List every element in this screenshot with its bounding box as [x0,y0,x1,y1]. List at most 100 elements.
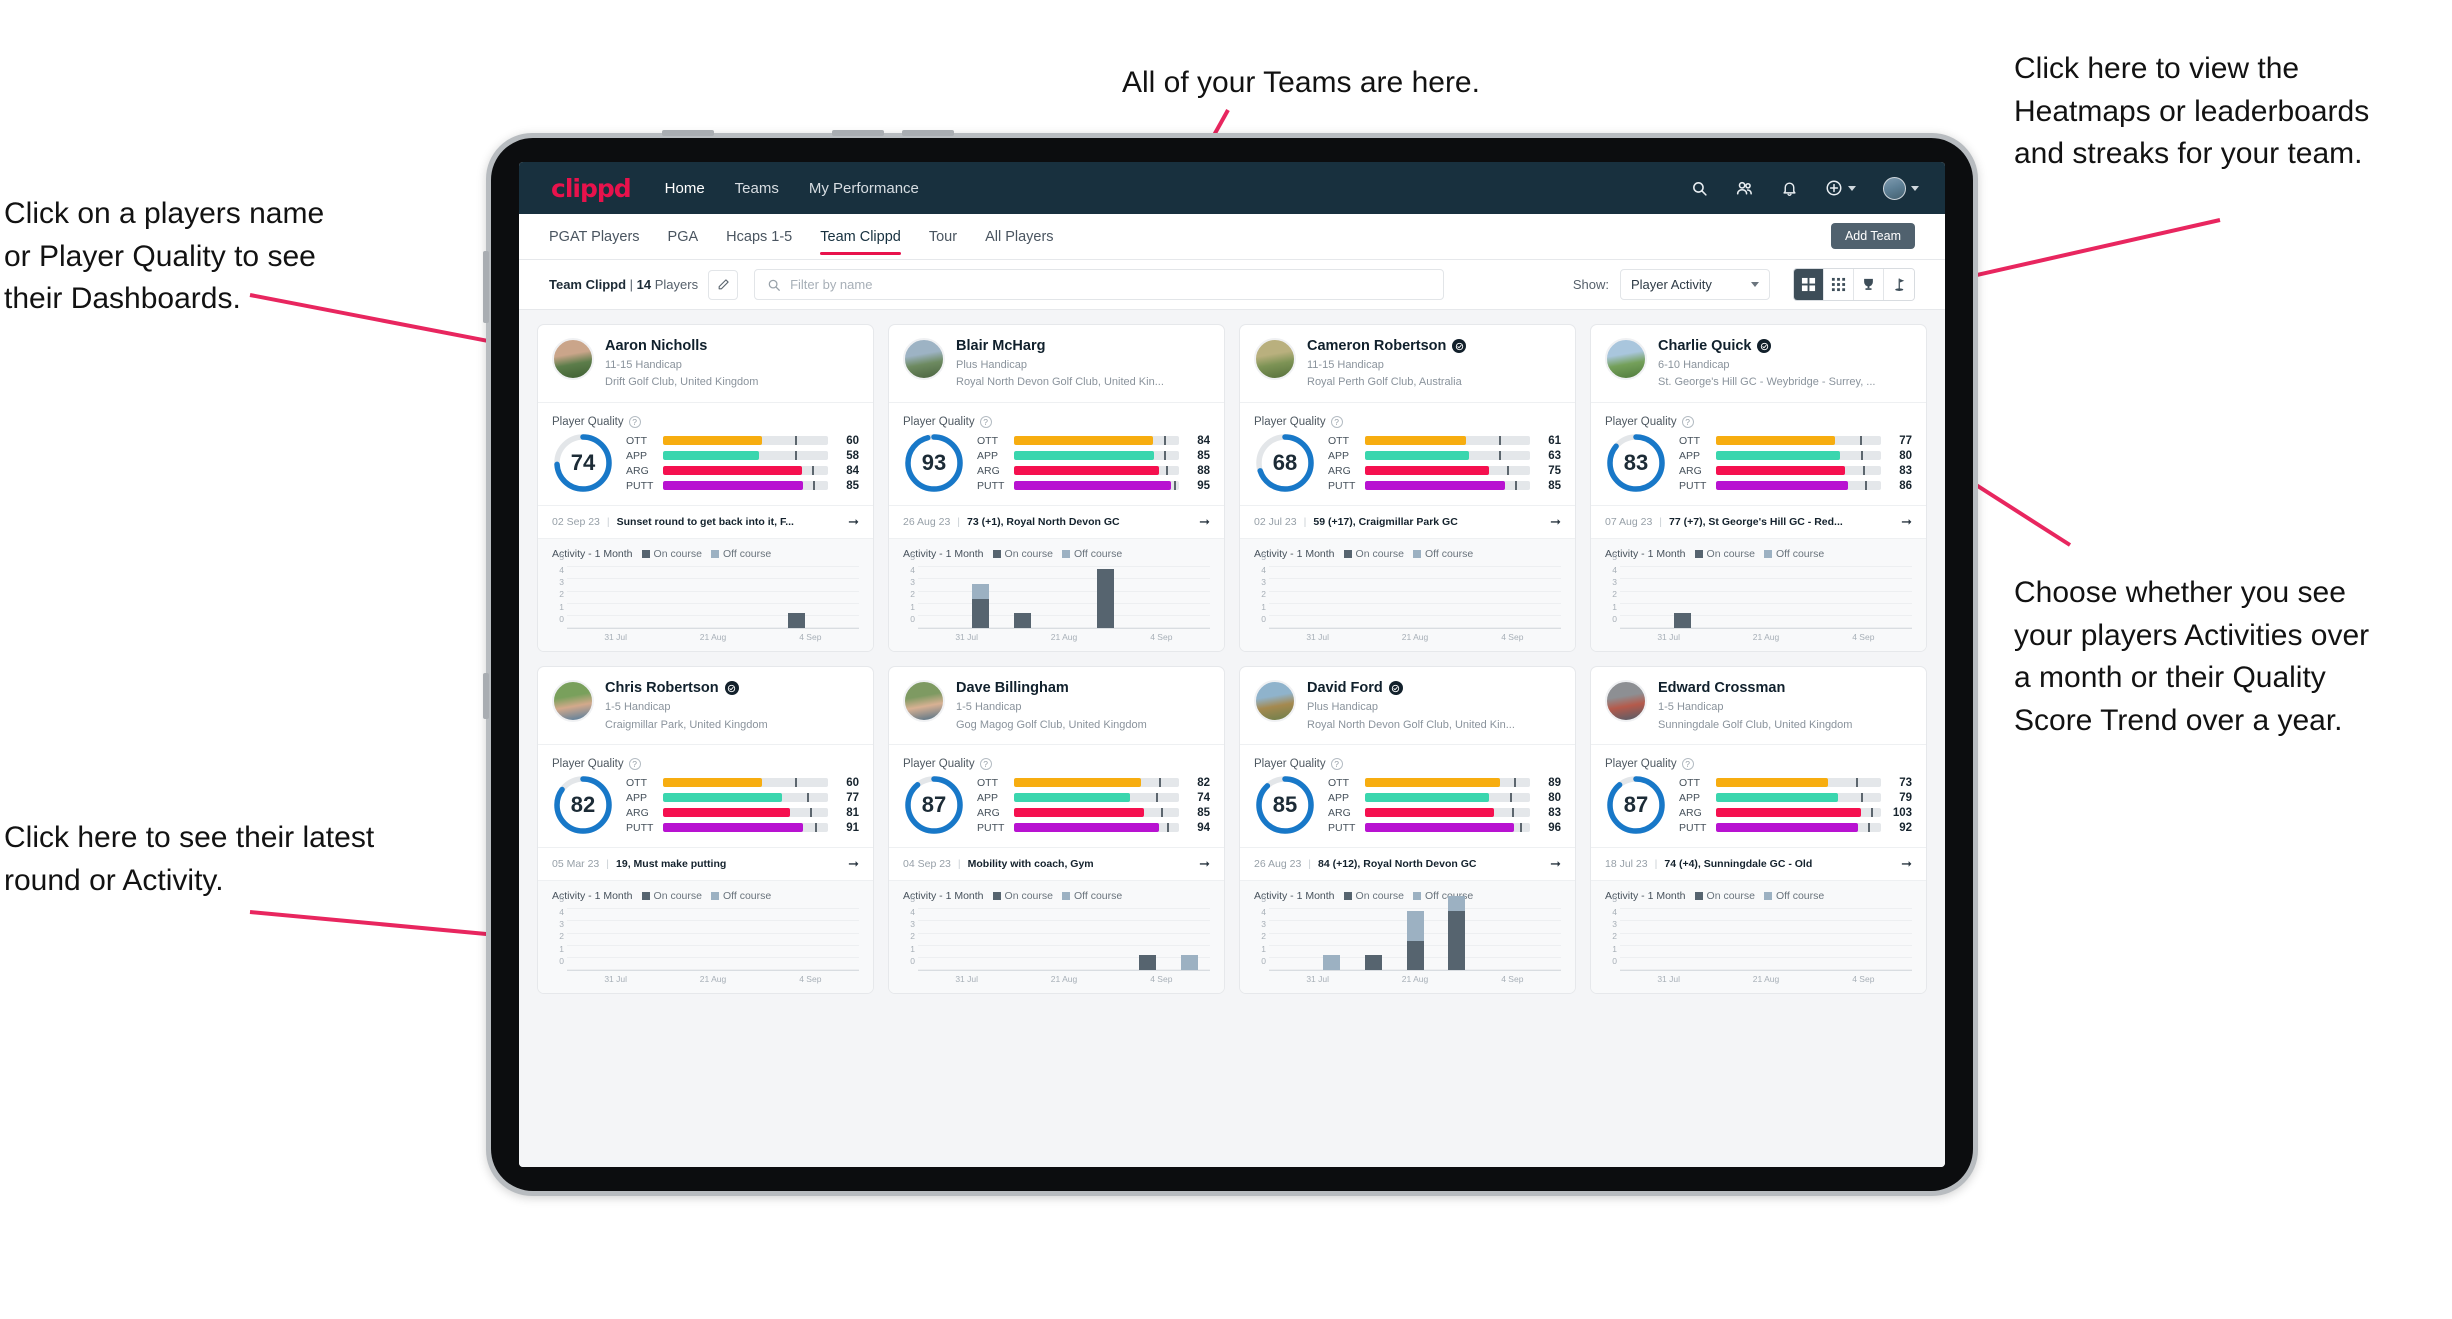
player-card-header[interactable]: Dave Billingham 1-5 Handicap Gog Magog G… [889,667,1224,744]
player-card-header[interactable]: Chris Robertson 1-5 Handicap Craigmillar… [538,667,873,744]
verified-badge-icon [724,681,739,696]
player-avatar[interactable] [552,680,594,723]
player-card-header[interactable]: David Ford Plus Handicap Royal North Dev… [1240,667,1575,744]
grid-view-button[interactable] [1794,269,1824,300]
arrow-right-icon[interactable]: ➞ [842,514,859,530]
player-quality-section[interactable]: Player Quality ? 68 OTT 61 APP 63 ARG 75… [1240,402,1575,505]
help-circle-icon[interactable]: ? [628,416,641,429]
player-avatar[interactable] [1605,338,1647,380]
latest-activity-row[interactable]: 02 Sep 23 | Sunset round to get back int… [538,505,873,538]
player-quality-section[interactable]: Player Quality ? 87 OTT 73 APP 79 ARG 10… [1591,744,1926,847]
tab-hcaps-1-5[interactable]: Hcaps 1-5 [726,214,792,259]
tab-pga[interactable]: PGA [668,214,699,259]
search-input[interactable] [790,277,1432,292]
player-card[interactable]: Charlie Quick 6-10 Handicap St. George's… [1590,324,1927,653]
arrow-right-icon[interactable]: ➞ [842,856,859,872]
metric-value-arg: 84 [846,464,859,477]
player-card-header[interactable]: Charlie Quick 6-10 Handicap St. George's… [1591,325,1926,402]
latest-activity-row[interactable]: 02 Jul 23 | 59 (+17), Craigmillar Park G… [1240,505,1575,538]
latest-activity-row[interactable]: 18 Jul 23 | 74 (+4), Sunningdale GC - Ol… [1591,847,1926,880]
player-avatar[interactable] [1254,680,1296,723]
people-icon[interactable] [1735,179,1754,198]
latest-activity-row[interactable]: 26 Aug 23 | 84 (+12), Royal North Devon … [1240,847,1575,880]
metric-bar-fill [1716,808,1862,818]
leaderboard-view-button[interactable] [1854,269,1884,300]
legend-on-course: On course [992,890,1053,902]
edit-team-button[interactable] [708,269,739,300]
tab-all-players[interactable]: All Players [985,214,1054,259]
help-circle-icon[interactable]: ? [979,758,992,771]
tab-team-clippd[interactable]: Team Clippd [820,214,901,259]
bar-slot [1436,896,1478,971]
metric-bar-track [1716,793,1881,803]
player-name[interactable]: David Ford [1307,680,1561,697]
player-card[interactable]: Dave Billingham 1-5 Handicap Gog Magog G… [888,666,1225,995]
latest-activity-row[interactable]: 04 Sep 23 | Mobility with coach, Gym ➞ [889,847,1224,880]
search-icon[interactable] [1691,180,1708,197]
tab-tour[interactable]: Tour [929,214,957,259]
player-card[interactable]: David Ford Plus Handicap Royal North Dev… [1239,666,1576,995]
player-quality-section[interactable]: Player Quality ? 74 OTT 60 APP 58 ARG 84… [538,402,873,505]
player-name[interactable]: Charlie Quick [1658,338,1912,355]
arrow-right-icon[interactable]: ➞ [1193,856,1210,872]
player-avatar[interactable] [903,338,945,380]
latest-activity-row[interactable]: 07 Aug 23 | 77 (+7), St George's Hill GC… [1591,505,1926,538]
player-quality-title: Player Quality ? [1254,749,1561,774]
player-card-header[interactable]: Edward Crossman 1-5 Handicap Sunningdale… [1591,667,1926,744]
help-circle-icon[interactable]: ? [1330,758,1343,771]
player-quality-section[interactable]: Player Quality ? 93 OTT 84 APP 85 ARG 88… [889,402,1224,505]
player-name[interactable]: Blair McHarg [956,338,1210,355]
player-card-header[interactable]: Cameron Robertson 11-15 Handicap Royal P… [1240,325,1575,402]
player-avatar[interactable] [1254,338,1296,380]
arrow-right-icon[interactable]: ➞ [1895,856,1912,872]
arrow-right-icon[interactable]: ➞ [1895,514,1912,530]
player-avatar[interactable] [903,680,945,723]
bell-icon[interactable] [1781,180,1798,197]
arrow-right-icon[interactable]: ➞ [1544,856,1561,872]
help-circle-icon[interactable]: ? [628,758,641,771]
tab-pgat-players[interactable]: PGAT Players [549,214,640,259]
player-name[interactable]: Dave Billingham [956,680,1210,697]
show-select[interactable]: Player Activity [1620,269,1770,300]
help-circle-icon[interactable]: ? [979,416,992,429]
help-circle-icon[interactable]: ? [1681,416,1694,429]
player-grid-scroll[interactable]: Aaron Nicholls 11-15 Handicap Drift Golf… [519,310,1945,1167]
nav-link-teams[interactable]: Teams [735,180,779,197]
player-name[interactable]: Chris Robertson [605,680,859,697]
add-team-button[interactable]: Add Team [1830,223,1915,249]
player-quality-label: Player Quality [1605,758,1677,771]
player-avatar[interactable] [552,338,594,380]
latest-activity-row[interactable]: 05 Mar 23 | 19, Must make putting ➞ [538,847,873,880]
clippd-logo[interactable]: clippd [551,174,632,203]
avatar[interactable] [1883,176,1919,200]
nav-link-my-performance[interactable]: My Performance [809,180,919,197]
player-quality-section[interactable]: Player Quality ? 85 OTT 89 APP 80 ARG 83… [1240,744,1575,847]
compact-view-button[interactable] [1824,269,1854,300]
metric-row: PUTT 94 [977,822,1210,834]
latest-activity-row[interactable]: 26 Aug 23 | 73 (+1), Royal North Devon G… [889,505,1224,538]
player-avatar[interactable] [1605,680,1647,723]
player-quality-section[interactable]: Player Quality ? 83 OTT 77 APP 80 ARG 83… [1591,402,1926,505]
player-card[interactable]: Blair McHarg Plus Handicap Royal North D… [888,324,1225,653]
arrow-right-icon[interactable]: ➞ [1193,514,1210,530]
help-circle-icon[interactable]: ? [1681,758,1694,771]
player-card[interactable]: Edward Crossman 1-5 Handicap Sunningdale… [1590,666,1927,995]
plus-circle-icon[interactable] [1825,179,1856,197]
player-name[interactable]: Aaron Nicholls [605,338,859,355]
help-circle-icon[interactable]: ? [1330,416,1343,429]
arrow-right-icon[interactable]: ➞ [1544,514,1561,530]
player-name[interactable]: Edward Crossman [1658,680,1912,697]
nav-link-home[interactable]: Home [665,180,705,197]
player-card[interactable]: Aaron Nicholls 11-15 Handicap Drift Golf… [537,324,874,653]
search-icon-input [768,279,780,291]
player-card-header[interactable]: Blair McHarg Plus Handicap Royal North D… [889,325,1224,402]
player-card[interactable]: Chris Robertson 1-5 Handicap Craigmillar… [537,666,874,995]
player-name[interactable]: Cameron Robertson [1307,338,1561,355]
course-view-button[interactable] [1884,269,1914,300]
player-quality-section[interactable]: Player Quality ? 87 OTT 82 APP 74 ARG 85… [889,744,1224,847]
player-card[interactable]: Cameron Robertson 11-15 Handicap Royal P… [1239,324,1576,653]
player-quality-section[interactable]: Player Quality ? 82 OTT 60 APP 77 ARG 81… [538,744,873,847]
search-box[interactable] [754,269,1445,300]
quality-metrics: OTT 73 APP 79 ARG 103 PUTT 92 [1679,777,1912,834]
player-card-header[interactable]: Aaron Nicholls 11-15 Handicap Drift Golf… [538,325,873,402]
